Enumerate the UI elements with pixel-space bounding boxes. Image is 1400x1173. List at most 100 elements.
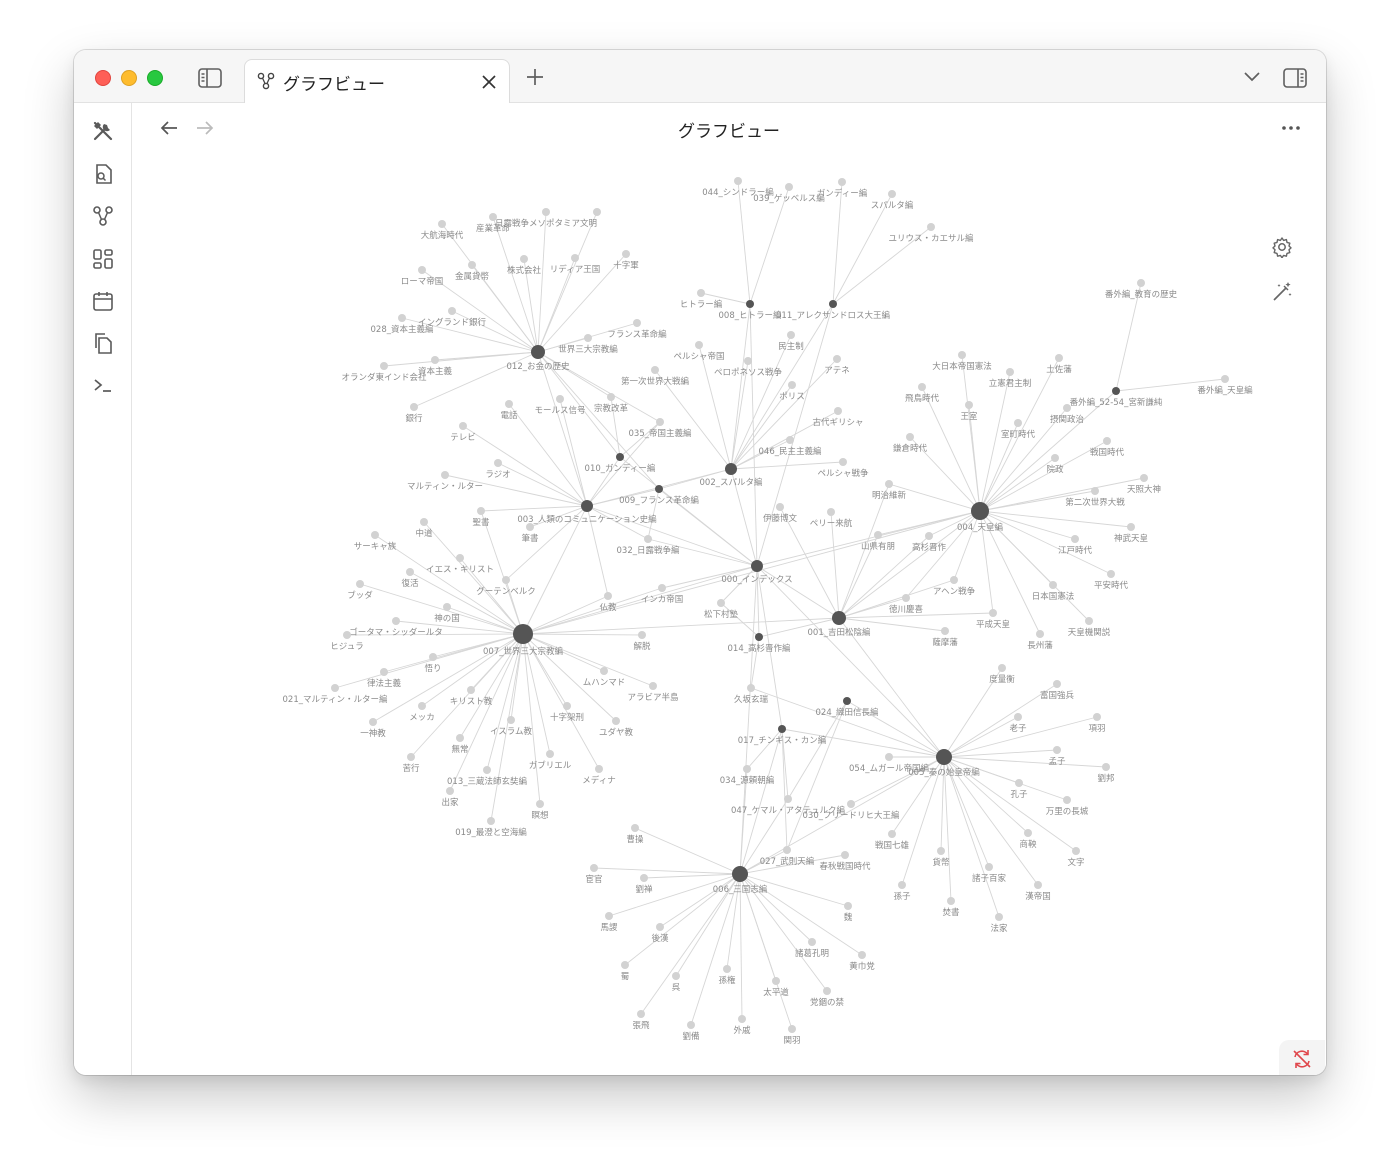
graph-node-dot[interactable]: [487, 817, 495, 825]
graph-node-dot[interactable]: [612, 717, 620, 725]
graph-node-dot[interactable]: [410, 403, 418, 411]
graph-node[interactable]: 諸葛孔明: [795, 938, 829, 959]
graph-node-dot[interactable]: [937, 847, 945, 855]
graph-node-dot[interactable]: [392, 617, 400, 625]
graph-node-dot[interactable]: [494, 459, 502, 467]
graph-node-dot[interactable]: [651, 366, 659, 374]
graph-node[interactable]: 金属貨幣: [455, 261, 490, 282]
graph-node-dot[interactable]: [1112, 387, 1120, 395]
graph-node[interactable]: 黄巾党: [849, 951, 875, 972]
graph-node[interactable]: 久坂玄瑞: [734, 684, 769, 705]
graph-node[interactable]: 孫権: [718, 965, 736, 986]
graph-node-dot[interactable]: [331, 684, 339, 692]
graph-node-dot[interactable]: [356, 580, 364, 588]
graph-node-dot[interactable]: [605, 912, 613, 920]
close-window-button[interactable]: [95, 70, 111, 86]
graph-node[interactable]: 電話: [500, 400, 518, 421]
graph-node-dot[interactable]: [833, 355, 841, 363]
graph-node-dot[interactable]: [1014, 713, 1022, 721]
graph-node-dot[interactable]: [898, 881, 906, 889]
graph-node[interactable]: 番外編_教育の歴史: [1105, 279, 1178, 300]
graph-node-dot[interactable]: [1051, 454, 1059, 462]
graph-node-dot[interactable]: [995, 913, 1003, 921]
graph-node-dot[interactable]: [1024, 829, 1032, 837]
graph-node-dot[interactable]: [950, 576, 958, 584]
graph-node-dot[interactable]: [783, 846, 791, 854]
graph-node[interactable]: 劉邦: [1097, 763, 1115, 784]
graph-node-dot[interactable]: [593, 208, 601, 216]
graph-node-dot[interactable]: [844, 902, 852, 910]
graph-node-dot[interactable]: [832, 611, 846, 625]
graph-node-dot[interactable]: [649, 682, 657, 690]
graph-node[interactable]: 商鞅: [1019, 829, 1037, 850]
graph-node[interactable]: グーテンベルク: [476, 576, 536, 597]
graph-node[interactable]: ローマ帝国: [401, 266, 444, 287]
graph-node-dot[interactable]: [456, 554, 464, 562]
graph-node-dot[interactable]: [918, 383, 926, 391]
graph-node-dot[interactable]: [369, 718, 377, 726]
graph-node[interactable]: ペルシャ戦争: [817, 458, 869, 479]
graph-node[interactable]: 度量衡: [989, 664, 1015, 685]
graph-node-dot[interactable]: [927, 223, 935, 231]
graph-node[interactable]: 戦国七雄: [875, 830, 910, 851]
zoom-window-button[interactable]: [147, 70, 163, 86]
graph-node-dot[interactable]: [672, 972, 680, 980]
graph-node[interactable]: ゴータマ・シッダールタ: [349, 617, 443, 638]
graph-node[interactable]: 王室: [960, 401, 978, 422]
graph-node-dot[interactable]: [526, 523, 534, 531]
graph-node[interactable]: 010_ガンディー編: [585, 453, 656, 474]
graph-node-dot[interactable]: [513, 624, 533, 644]
graph-node[interactable]: 034_源頼朝編: [720, 765, 774, 786]
graph-node-dot[interactable]: [784, 795, 792, 803]
graph-node-dot[interactable]: [786, 436, 794, 444]
graph-node-dot[interactable]: [1107, 570, 1115, 578]
graph-node[interactable]: 長州藩: [1027, 630, 1053, 651]
graph-node[interactable]: テレビ: [450, 422, 476, 443]
graph-node-dot[interactable]: [477, 507, 485, 515]
graph-node-dot[interactable]: [788, 1025, 796, 1033]
graph-node-dot[interactable]: [631, 824, 639, 832]
graph-node-dot[interactable]: [1221, 375, 1229, 383]
graph-node-dot[interactable]: [1015, 779, 1023, 787]
graph-node-dot[interactable]: [446, 787, 454, 795]
graph-canvas[interactable]: 012_お金の歴史004_天皇編007_世界三大宗教編005_秦の始皇帝編006…: [132, 103, 1326, 1075]
graph-node[interactable]: 外戚: [733, 1015, 751, 1036]
graph-node[interactable]: 日露戦争メソポタミア文明: [495, 208, 597, 229]
graph-node[interactable]: 松下村塾: [704, 599, 739, 620]
graph-node[interactable]: 035_帝国主義編: [629, 418, 692, 439]
magic-wand-icon[interactable]: [1269, 279, 1295, 305]
graph-node-dot[interactable]: [380, 362, 388, 370]
graph-node-dot[interactable]: [936, 749, 952, 765]
graph-node-dot[interactable]: [1014, 419, 1022, 427]
graph-node-dot[interactable]: [738, 1015, 746, 1023]
graph-node-dot[interactable]: [1127, 523, 1135, 531]
graph-node-dot[interactable]: [958, 351, 966, 359]
graph-node[interactable]: 大日本帝国憲法: [932, 351, 992, 372]
graph-node-dot[interactable]: [456, 734, 464, 742]
graph-node-dot[interactable]: [808, 938, 816, 946]
graph-node-dot[interactable]: [888, 190, 896, 198]
graph-node[interactable]: スパルタ編: [871, 190, 914, 211]
graph-node[interactable]: 013_三蔵法師玄奘編: [447, 766, 527, 787]
graph-node[interactable]: 土佐藩: [1046, 354, 1072, 375]
graph-node-dot[interactable]: [418, 266, 426, 274]
graph-node[interactable]: ブッダ: [347, 580, 373, 601]
graph-node[interactable]: 聖書: [472, 507, 490, 528]
graph-node-dot[interactable]: [788, 381, 796, 389]
graph-node-dot[interactable]: [1055, 354, 1063, 362]
graph-node[interactable]: 焚書: [942, 897, 960, 918]
graph-node[interactable]: 復活: [401, 568, 419, 589]
graph-node[interactable]: 馬謖: [600, 912, 618, 933]
graph-node-dot[interactable]: [1063, 796, 1071, 804]
graph-node-dot[interactable]: [531, 345, 545, 359]
graph-node-dot[interactable]: [398, 314, 406, 322]
graph-node-dot[interactable]: [834, 407, 842, 415]
graph-node-dot[interactable]: [888, 830, 896, 838]
graph-node-dot[interactable]: [621, 961, 629, 969]
graph-node[interactable]: 徳川慶喜: [889, 594, 924, 615]
graph-node-dot[interactable]: [637, 1010, 645, 1018]
graph-node[interactable]: 017_チンギス・カン編: [738, 725, 826, 746]
graph-node[interactable]: 007_世界三大宗教編: [483, 624, 563, 657]
graph-node-dot[interactable]: [1091, 487, 1099, 495]
graph-node[interactable]: 院政: [1046, 454, 1064, 475]
